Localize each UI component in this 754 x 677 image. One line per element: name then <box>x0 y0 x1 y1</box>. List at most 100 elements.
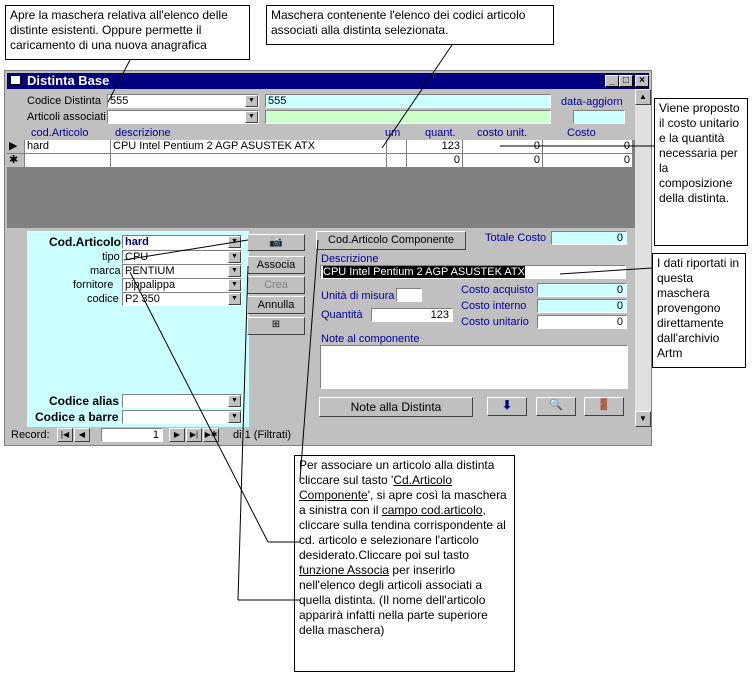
cell-cod-articolo[interactable]: hard <box>25 140 111 154</box>
costo-unitario-label: Costo unitario <box>461 316 529 328</box>
cell-descrizione[interactable] <box>111 154 387 168</box>
costo-interno-field[interactable]: 0 <box>537 299 627 313</box>
articoli-associati-desc[interactable] <box>265 110 551 124</box>
cell-costo[interactable]: 0 <box>543 140 633 154</box>
marca-label: marca <box>90 265 121 277</box>
codice-barre-label: Codice a barre <box>35 410 119 424</box>
col-header-descrizione: descrizione <box>115 127 171 139</box>
data-aggiorn-label: data-aggiorn <box>561 96 623 108</box>
record-selector-current[interactable]: ▶ <box>7 140 25 154</box>
form-icon <box>10 75 21 85</box>
codice-barre-combo[interactable] <box>122 410 242 424</box>
note-distinta-button[interactable]: Note alla Distinta <box>319 397 473 417</box>
fornitore-dropdown-icon[interactable]: ▼ <box>228 279 241 291</box>
tipo-label: tipo <box>102 251 120 263</box>
articoli-associati-dropdown-icon[interactable]: ▼ <box>245 111 258 123</box>
cell-quant[interactable]: 123 <box>407 140 463 154</box>
codice-combo[interactable]: P2 350 <box>122 292 242 306</box>
cell-quant[interactable]: 0 <box>407 154 463 168</box>
note-componente-label: Note al componente <box>321 333 420 345</box>
codice-alias-dropdown-icon[interactable]: ▼ <box>228 395 241 407</box>
record-label: Record: <box>11 429 50 441</box>
cod-articolo-componente-button[interactable]: Cod.Articolo Componente <box>316 231 466 250</box>
codice-distinta-combo[interactable]: 555 <box>107 94 259 108</box>
codice-alias-label: Codice alias <box>49 394 120 408</box>
callout-text: Apre la maschera relativa all'elenco del… <box>10 8 228 52</box>
col-header-quant: quant. <box>425 127 456 139</box>
cod-articolo-combo[interactable]: hard <box>122 235 242 249</box>
cell-um[interactable] <box>387 140 407 154</box>
callout-text: Maschera contenente l'elenco dei codici … <box>271 8 526 37</box>
new-record-icon[interactable]: ▶✱ <box>203 428 219 442</box>
cell-cod-articolo[interactable] <box>25 154 111 168</box>
first-record-icon[interactable]: |◀ <box>57 428 73 442</box>
cod-articolo-dropdown-icon[interactable]: ▼ <box>228 236 241 248</box>
codice-distinta-label: Codice Distinta <box>27 95 101 107</box>
scroll-up-icon[interactable]: ▲ <box>635 89 651 105</box>
tipo-combo[interactable]: CPU <box>122 250 242 264</box>
costo-unitario-field[interactable]: 0 <box>537 315 627 329</box>
prev-record-icon[interactable]: ◀ <box>74 428 90 442</box>
articoli-associati-combo[interactable] <box>107 110 259 124</box>
descrizione-selected-text: CPU Intel Pentium 2 AGP ASUSTEK ATX <box>323 266 525 278</box>
cell-costo-unit[interactable]: 0 <box>463 140 543 154</box>
last-record-icon[interactable]: ▶| <box>186 428 202 442</box>
data-aggiorn-field[interactable] <box>573 110 625 124</box>
tipo-dropdown-icon[interactable]: ▼ <box>228 251 241 263</box>
callout-costo-unitario: Viene proposto il costo unitario e la qu… <box>654 98 748 246</box>
costo-acquisto-label: Costo acquisto <box>461 284 534 296</box>
callout-underline-associa: funzione Associa <box>299 563 390 577</box>
callout-open-distinte: Apre la maschera relativa all'elenco del… <box>5 5 250 60</box>
table-row[interactable]: ✱ 0 0 0 <box>7 154 635 168</box>
col-header-costo-unit: costo unit. <box>477 127 528 139</box>
unita-misura-field[interactable] <box>396 288 422 302</box>
camera-button[interactable]: 📷 <box>247 234 305 251</box>
exit-door-icon: 🚪 <box>597 399 611 411</box>
col-header-costo: Costo <box>567 127 596 139</box>
cell-descrizione[interactable]: CPU Intel Pentium 2 AGP ASUSTEK ATX <box>111 140 387 154</box>
crea-button[interactable]: Crea <box>247 276 305 294</box>
vertical-scrollbar[interactable]: ▲ ▼ <box>635 89 651 427</box>
associa-button[interactable]: Associa <box>247 256 305 274</box>
exit-button[interactable]: 🚪 <box>584 397 624 416</box>
table-row[interactable]: ▶ hard CPU Intel Pentium 2 AGP ASUSTEK A… <box>7 140 635 154</box>
col-header-um: um <box>385 127 401 139</box>
minimize-button[interactable]: _ <box>605 75 619 87</box>
close-button[interactable]: × <box>635 75 649 87</box>
codice-barre-dropdown-icon[interactable]: ▼ <box>228 411 241 423</box>
cell-costo-unit[interactable]: 0 <box>463 154 543 168</box>
cell-um[interactable] <box>387 154 407 168</box>
note-componente-field[interactable] <box>320 345 628 389</box>
codice-dropdown-icon[interactable]: ▼ <box>228 293 241 305</box>
maximize-button[interactable]: □ <box>619 75 633 87</box>
callout-text: Viene proposto il costo unitario e la qu… <box>659 101 740 205</box>
totale-costo-field[interactable]: 0 <box>551 231 627 245</box>
quantita-field[interactable]: 123 <box>371 308 453 322</box>
codice-distinta-desc[interactable]: 555 <box>265 94 551 108</box>
quantita-label: Quantità <box>321 309 363 321</box>
camera-icon: 📷 <box>269 236 283 248</box>
costo-acquisto-field[interactable]: 0 <box>537 283 627 297</box>
marca-dropdown-icon[interactable]: ▼ <box>228 265 241 277</box>
record-navigator: Record: |◀ ◀ 1 ▶ ▶| ▶✱ di 1 (Filtrati) <box>7 427 651 443</box>
codice-distinta-dropdown-icon[interactable]: ▼ <box>245 95 258 107</box>
hierarchy-button[interactable]: ⊞ <box>247 317 305 335</box>
codice-alias-combo[interactable] <box>122 394 242 408</box>
cell-costo[interactable]: 0 <box>543 154 633 168</box>
callout-dati-artm: I dati riportati in questa maschera prov… <box>652 253 746 368</box>
marca-combo[interactable]: PENTIUM <box>122 264 242 278</box>
next-record-icon[interactable]: ▶ <box>169 428 185 442</box>
preview-button[interactable]: 🔍 <box>536 397 576 416</box>
current-record-field[interactable]: 1 <box>101 428 163 442</box>
distinta-base-window: Distinta Base _ □ × Codice Distinta 555 … <box>4 70 652 446</box>
cod-articolo-label: Cod.Articolo <box>49 235 121 249</box>
annulla-button[interactable]: Annulla <box>247 296 305 314</box>
down-arrow-button[interactable]: ⬇ <box>487 397 527 416</box>
callout-text: I dati riportati in questa maschera prov… <box>657 256 740 360</box>
descrizione-label: Descrizione <box>321 253 379 265</box>
scroll-down-icon[interactable]: ▼ <box>635 411 651 427</box>
descrizione-field[interactable]: CPU Intel Pentium 2 AGP ASUSTEK ATX <box>320 265 626 279</box>
record-selector-new[interactable]: ✱ <box>7 154 25 168</box>
fornitore-combo[interactable]: pippalippa <box>122 278 242 292</box>
col-header-cod-articolo: cod.Articolo <box>31 127 89 139</box>
